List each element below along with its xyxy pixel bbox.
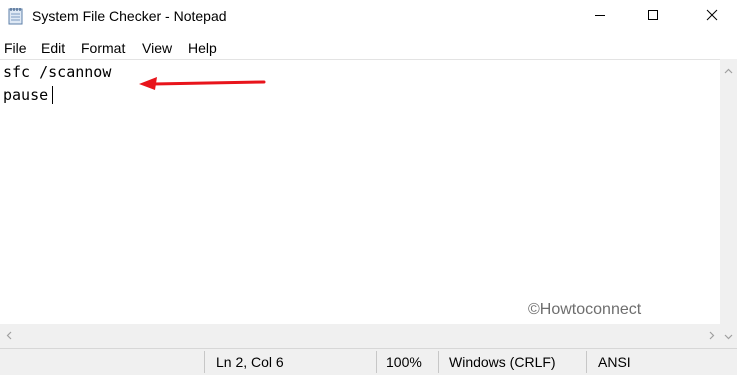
scroll-up-button[interactable] xyxy=(720,61,737,78)
chevron-down-icon xyxy=(724,327,733,345)
window-title: System File Checker - Notepad xyxy=(32,8,227,24)
chevron-up-icon xyxy=(724,61,733,79)
vertical-scrollbar[interactable] xyxy=(720,59,737,348)
red-arrow-annotation xyxy=(139,77,267,96)
text-caret xyxy=(52,86,53,104)
status-separator xyxy=(204,351,205,373)
editor-line-2: pause xyxy=(3,86,49,104)
title-bar[interactable]: System File Checker - Notepad xyxy=(0,0,737,33)
menu-file[interactable]: File xyxy=(4,40,27,56)
maximize-button[interactable] xyxy=(630,0,676,33)
maximize-icon xyxy=(647,8,659,26)
status-bar: Ln 2, Col 6 100% Windows (CRLF) ANSI xyxy=(0,348,737,375)
scroll-right-button[interactable] xyxy=(703,324,720,348)
scroll-left-button[interactable] xyxy=(0,324,17,348)
editor-line-1: sfc /scannow xyxy=(3,63,112,81)
chevron-left-icon xyxy=(6,327,12,345)
close-button[interactable] xyxy=(689,0,735,33)
minimize-icon xyxy=(594,8,606,26)
status-encoding: ANSI xyxy=(598,354,631,370)
chevron-right-icon xyxy=(709,327,715,345)
menu-view[interactable]: View xyxy=(142,40,172,56)
horizontal-scrollbar[interactable] xyxy=(0,324,720,348)
watermark-text: ©Howtoconnect xyxy=(528,301,642,318)
status-separator xyxy=(376,351,377,373)
close-icon xyxy=(706,8,718,26)
scroll-down-button[interactable] xyxy=(720,327,737,344)
status-separator xyxy=(586,351,587,373)
status-separator xyxy=(438,351,439,373)
menu-help[interactable]: Help xyxy=(188,40,217,56)
status-cursor-position: Ln 2, Col 6 xyxy=(216,354,284,370)
text-editor[interactable] xyxy=(0,59,720,325)
menu-bar: File Edit Format View Help xyxy=(0,36,737,58)
menu-format[interactable]: Format xyxy=(81,40,125,56)
menu-edit[interactable]: Edit xyxy=(41,40,65,56)
status-zoom: 100% xyxy=(386,354,422,370)
minimize-button[interactable] xyxy=(577,0,623,33)
status-line-ending: Windows (CRLF) xyxy=(449,354,556,370)
notepad-icon xyxy=(8,7,24,25)
